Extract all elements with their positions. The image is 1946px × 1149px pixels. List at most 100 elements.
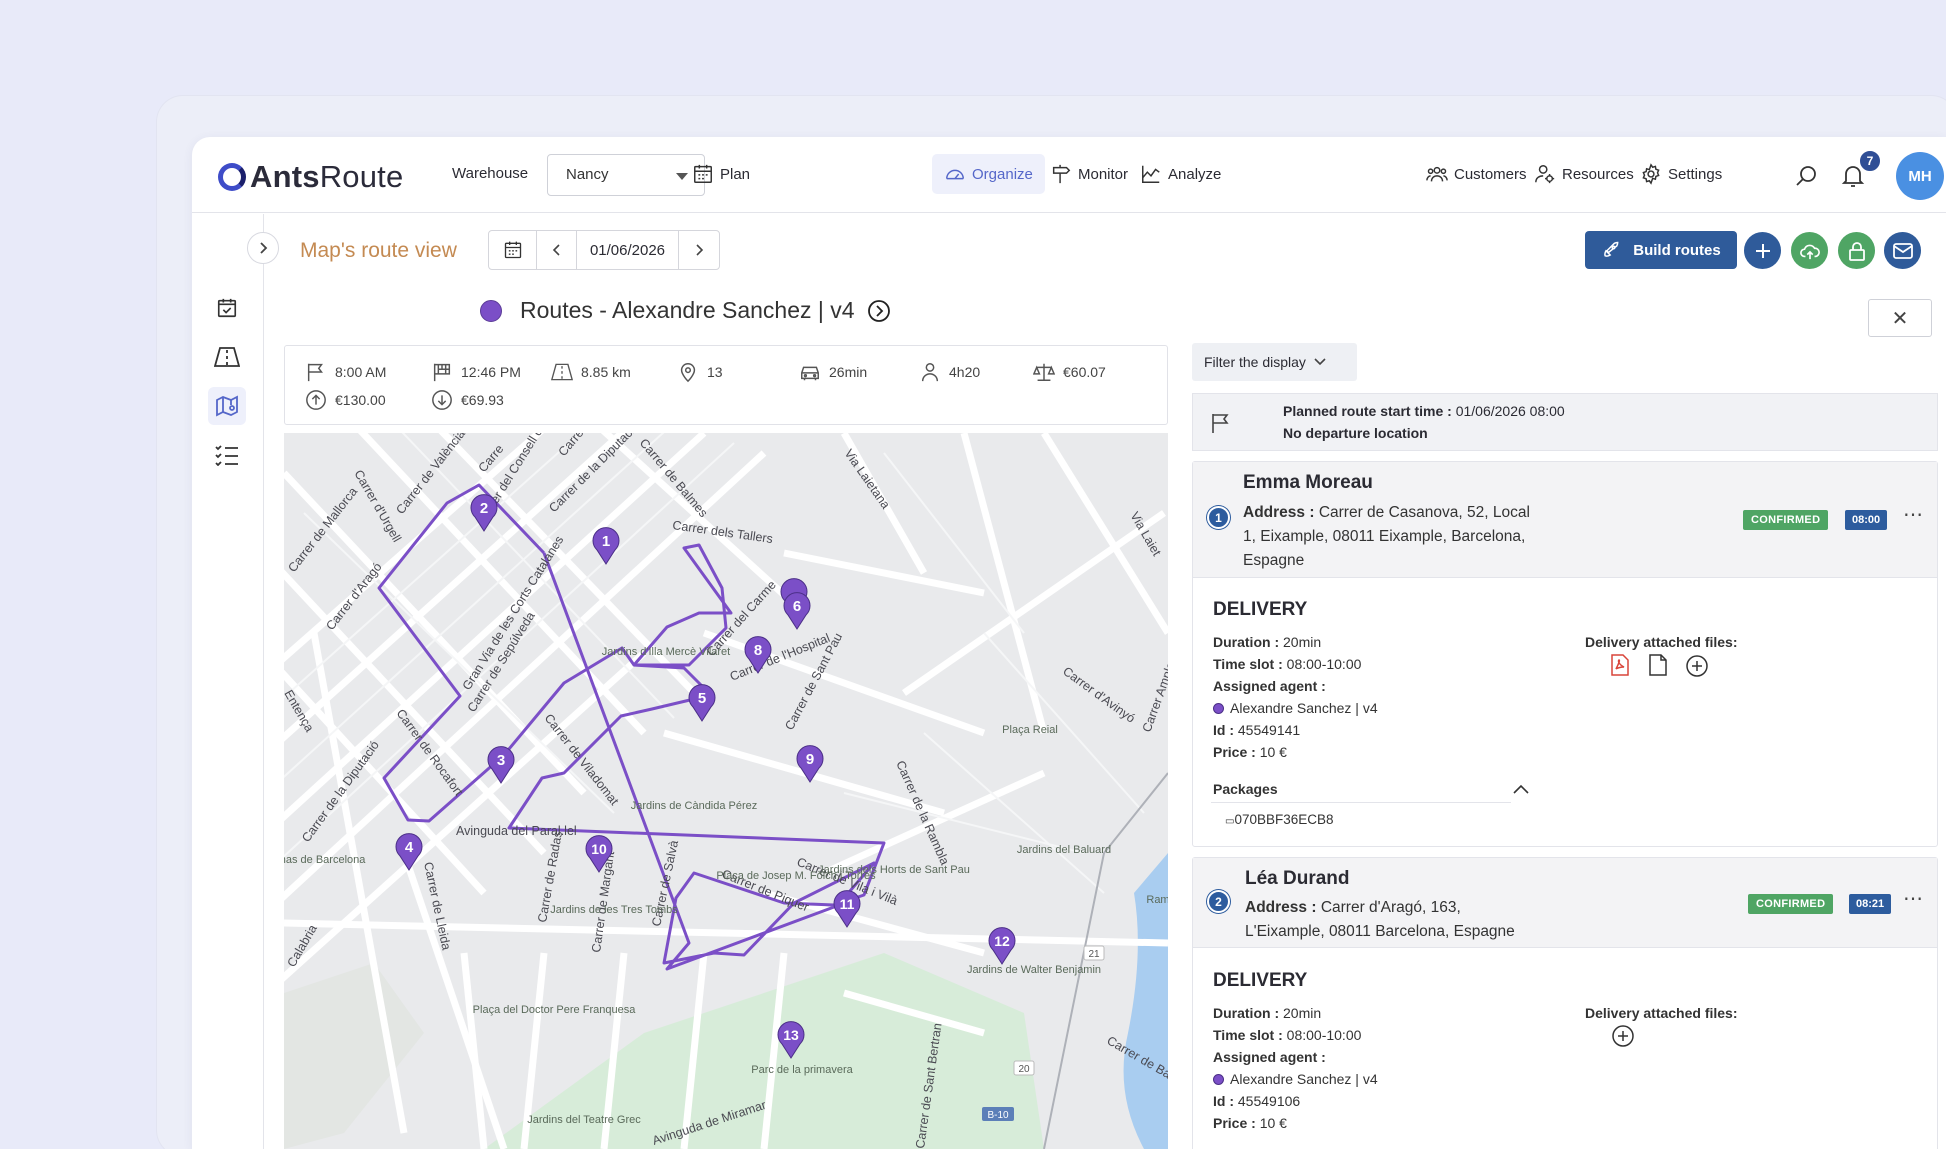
assigned-agent-line: Assigned agent : — [1213, 1049, 1326, 1065]
stop-card-header: 2 Léa Durand Address : Carrer d'Aragó, 1… — [1193, 858, 1937, 948]
chevron-circle-right-icon[interactable] — [867, 299, 891, 323]
place-label: Jardins del Teatre Grec — [527, 1114, 641, 1126]
nav-settings[interactable]: Settings — [1628, 154, 1734, 194]
svg-text:12: 12 — [994, 933, 1010, 949]
planned-start-label: Planned route start time : — [1283, 403, 1452, 419]
add-file-icon[interactable] — [1685, 654, 1709, 678]
antsroute-logo[interactable]: Ants Route — [218, 159, 403, 195]
cloud-upload-icon — [1799, 244, 1820, 259]
place-label: Arenas de Barcelona — [284, 854, 366, 866]
place-label: Jardins del Baluard — [1017, 844, 1111, 856]
stat-end-time-value: 12:46 PM — [461, 364, 521, 380]
customer-address: Address : Carrer de Casanova, 52, Local … — [1243, 501, 1573, 573]
sidebar-routes-button[interactable] — [208, 338, 246, 376]
sidebar-planning-button[interactable] — [208, 289, 246, 327]
address-line: Carrer d'Aragó, 163, — [1320, 899, 1461, 916]
stat-work-time: 4h20 — [919, 361, 980, 383]
arrow-up-circle-icon — [306, 390, 326, 410]
next-date-button[interactable] — [679, 231, 719, 269]
filter-display-label: Filter the display — [1204, 354, 1306, 370]
calendar-picker-button[interactable] — [489, 231, 537, 269]
previous-date-button[interactable] — [537, 231, 577, 269]
id-label: Id : — [1213, 722, 1234, 738]
logo-ring-icon — [218, 163, 246, 191]
id-label: Id : — [1213, 1093, 1234, 1109]
svg-text:3: 3 — [497, 752, 505, 769]
sidebar-expand-button[interactable] — [247, 232, 279, 264]
build-routes-button[interactable]: Build routes — [1585, 231, 1737, 269]
place-label: Parc de la primavera — [751, 1064, 853, 1076]
person-icon — [921, 363, 939, 382]
svg-text:11: 11 — [840, 896, 855, 912]
no-departure-text: No departure location — [1283, 425, 1428, 441]
package-id: 070BBF36ECB8 — [1234, 812, 1334, 827]
arrow-down-circle-icon — [432, 390, 452, 410]
more-options-button[interactable]: ⋯ — [1903, 502, 1924, 527]
lock-button[interactable] — [1838, 232, 1875, 269]
top-navigation-bar: Ants Route Warehouse Nancy Plan Organize … — [192, 137, 1946, 213]
search-button[interactable] — [1792, 161, 1822, 191]
logo-text-light: Route — [319, 159, 404, 194]
current-date[interactable]: 01/06/2026 — [577, 231, 679, 269]
nav-plan[interactable]: Plan — [680, 154, 762, 194]
address-label: Address : — [1243, 504, 1315, 521]
nav-plan-label: Plan — [720, 165, 751, 183]
address-label: Address : — [1245, 899, 1317, 916]
sidebar-map-button[interactable] — [208, 387, 246, 425]
assigned-agent-label: Assigned agent : — [1213, 678, 1326, 694]
map-canvas[interactable]: Carrer del Consell de Cent Carrer de la … — [284, 433, 1168, 1149]
customer-address: Address : Carrer d'Aragó, 163, L'Eixampl… — [1245, 896, 1625, 944]
place-label: Jardins dels Horts de Sant Pau — [818, 864, 970, 876]
stop-card-2[interactable]: 2 Léa Durand Address : Carrer d'Aragó, 1… — [1192, 857, 1938, 1149]
stat-expense: €69.93 — [431, 389, 504, 411]
time-badge: 08:00 — [1845, 510, 1888, 530]
road-icon — [551, 363, 573, 381]
price-line: Price : 10 € — [1213, 744, 1287, 760]
nav-monitor[interactable]: Monitor — [1038, 154, 1140, 194]
nav-analyze[interactable]: Analyze — [1128, 154, 1233, 194]
chevron-up-icon[interactable] — [1513, 784, 1529, 794]
stop-card-1[interactable]: 1 Emma Moreau Address : Carrer de Casano… — [1192, 461, 1938, 847]
pdf-file-icon[interactable] — [1611, 654, 1629, 676]
stat-revenue-value: €130.00 — [335, 392, 386, 408]
resources-icon — [1535, 165, 1555, 184]
nav-organize[interactable]: Organize — [932, 154, 1045, 194]
close-icon: ✕ — [1891, 307, 1909, 330]
duration-value: 20min — [1283, 1005, 1322, 1021]
more-options-button[interactable]: ⋯ — [1903, 886, 1924, 911]
close-route-button[interactable]: ✕ — [1868, 299, 1932, 337]
user-avatar[interactable]: MH — [1896, 152, 1944, 200]
route-map[interactable]: Carrer del Consell de Cent Carrer de la … — [284, 433, 1168, 1149]
file-icon[interactable] — [1649, 654, 1667, 676]
route-color-dot — [480, 299, 502, 322]
packages-label: Packages — [1213, 781, 1278, 797]
price-label: Price : — [1213, 1115, 1256, 1131]
stop-number-badge: 1 — [1207, 506, 1230, 529]
cloud-upload-button[interactable] — [1791, 232, 1828, 269]
svg-text:6: 6 — [793, 598, 801, 615]
price-value: 10 € — [1259, 744, 1287, 760]
road-shield-label: 20 — [1018, 1064, 1030, 1075]
warehouse-label: Warehouse — [452, 165, 529, 182]
stat-cost-value: €60.07 — [1063, 364, 1106, 380]
customer-name: Léa Durand — [1245, 868, 1350, 889]
date-navigator: 01/06/2026 — [488, 230, 720, 270]
stat-drive-time-value: 26min — [829, 364, 868, 380]
email-button[interactable] — [1884, 232, 1921, 269]
checklist-icon — [215, 445, 238, 466]
add-file-icon[interactable] — [1611, 1024, 1635, 1048]
address-line: Espagne — [1243, 552, 1305, 569]
assigned-agent-line: Assigned agent : — [1213, 678, 1326, 694]
duration-label: Duration : — [1213, 1005, 1280, 1021]
chevron-down-icon — [1314, 358, 1326, 366]
rocket-icon — [1604, 241, 1619, 257]
sidebar-list-button[interactable] — [208, 436, 246, 474]
stat-end-time: 12:46 PM — [431, 361, 521, 383]
app-window: Ants Route Warehouse Nancy Plan Organize … — [192, 137, 1946, 1149]
filter-display-dropdown[interactable]: Filter the display — [1192, 343, 1357, 381]
add-button[interactable] — [1744, 232, 1781, 269]
time-badge: 08:21 — [1849, 894, 1892, 914]
id-value: 45549106 — [1237, 1093, 1301, 1109]
agent-color-dot — [1213, 1074, 1224, 1085]
nav-customers[interactable]: Customers — [1414, 154, 1539, 194]
